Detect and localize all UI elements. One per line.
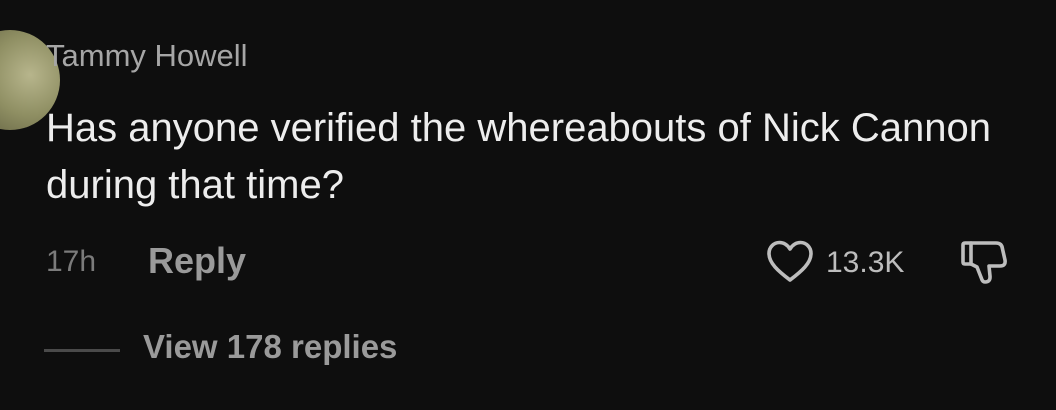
- thumbs-down-icon: [961, 241, 1007, 284]
- reply-button[interactable]: Reply: [148, 240, 246, 282]
- view-replies-link[interactable]: View 178 replies: [143, 328, 397, 366]
- comment-timestamp: 17h: [46, 245, 97, 278]
- heart-outline-icon: [767, 240, 813, 282]
- like-button[interactable]: [764, 236, 816, 288]
- replies-divider: [44, 349, 120, 352]
- comment-text: Has anyone verified the whereabouts of N…: [46, 106, 991, 207]
- dislike-button[interactable]: [956, 234, 1012, 290]
- comment-author[interactable]: Tammy Howell: [46, 38, 248, 74]
- like-count: 13.3K: [826, 246, 905, 279]
